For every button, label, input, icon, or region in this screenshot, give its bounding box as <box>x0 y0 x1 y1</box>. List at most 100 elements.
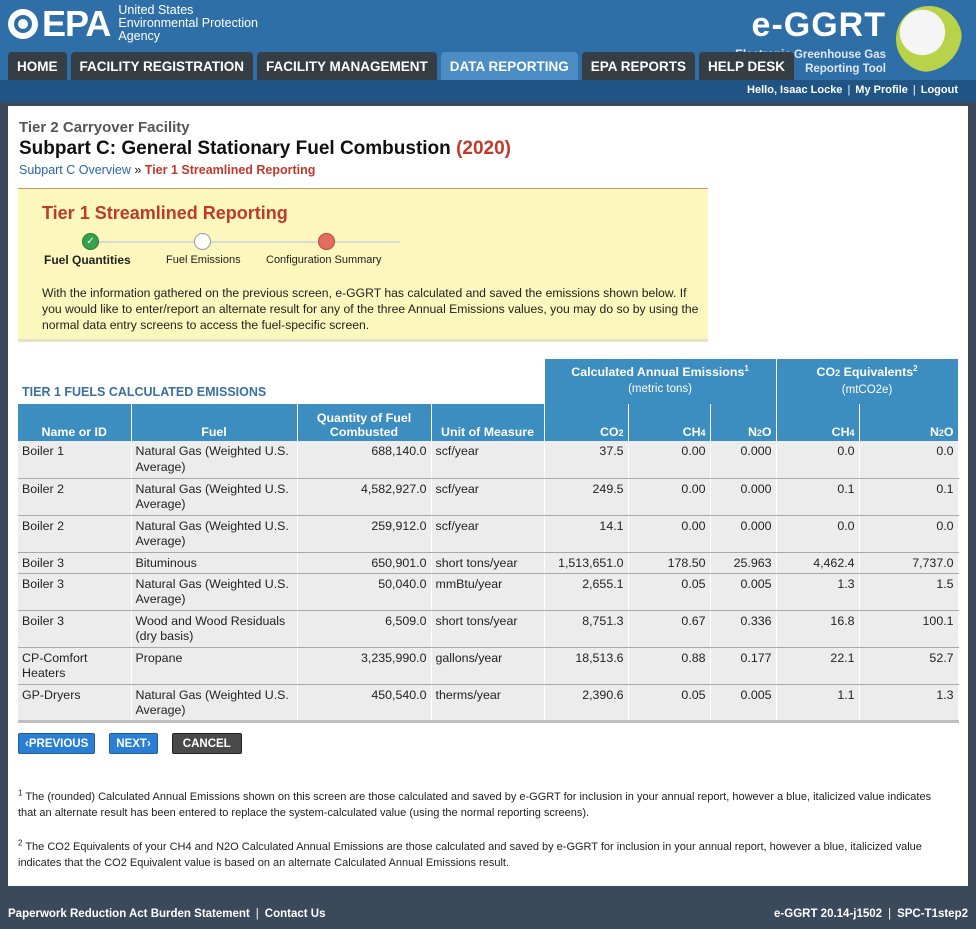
cell-n2o: 0.000 <box>710 478 777 516</box>
cell-n2oe: 100.1 <box>859 610 959 648</box>
cell-name: Boiler 3 <box>18 573 132 611</box>
cell-n2oe: 0.1 <box>859 478 959 516</box>
info-title: Tier 1 Streamlined Reporting <box>42 203 288 223</box>
cell-n2o: 0.005 <box>710 684 777 723</box>
col-n2o: N2O <box>710 404 777 441</box>
tab-help-desk[interactable]: HELP DESK <box>699 52 795 80</box>
epa-abbr: EPA <box>42 2 111 44</box>
version-label: e-GGRT 20.14-j1502 <box>774 908 883 920</box>
cell-ch4e: 0.0 <box>776 515 860 553</box>
cell-ch4e: 1.3 <box>776 573 860 611</box>
check-icon: ✓ <box>82 233 99 250</box>
cell-qty: 4,582,927.0 <box>297 478 432 516</box>
button-bar: ‹PREVIOUS NEXT› CANCEL <box>18 733 242 754</box>
breadcrumb-current: Tier 1 Streamlined Reporting <box>144 163 316 177</box>
main-nav: HOME FACILITY REGISTRATION FACILITY MANA… <box>8 52 795 80</box>
step-configuration-summary: Configuration Summary <box>266 254 382 266</box>
contact-us-link[interactable]: Contact Us <box>265 908 326 920</box>
table-row: Boiler 3 Bituminous 650,901.0 short tons/ye… <box>18 552 959 574</box>
cell-n2o: 0.177 <box>710 647 777 685</box>
cell-ch4e: 22.1 <box>776 647 860 685</box>
tab-facility-management[interactable]: FACILITY MANAGEMENT <box>257 52 437 80</box>
cell-co2: 1,513,651.0 <box>544 552 629 574</box>
col-name: Name or ID <box>18 404 132 441</box>
epa-logo[interactable]: EPA United States Environmental Protecti… <box>8 4 258 43</box>
cell-n2o: 0.005 <box>710 573 777 611</box>
cell-qty: 688,140.0 <box>297 441 432 479</box>
footnote-1: 1 The (rounded) Calculated Annual Emissi… <box>18 788 932 819</box>
cell-unit: therms/year <box>431 684 545 723</box>
paperwork-link[interactable]: Paperwork Reduction Act Burden Statement <box>8 908 250 920</box>
cell-ch4e: 4,462.4 <box>776 552 860 574</box>
col-quantity: Quantity of Fuel Combusted <box>297 404 432 441</box>
step-current-icon <box>194 233 211 250</box>
site-header: EPA United States Environmental Protecti… <box>0 0 976 80</box>
info-text: With the information gathered on the pre… <box>42 286 699 332</box>
tab-home[interactable]: HOME <box>8 52 67 80</box>
cell-fuel: Natural Gas (Weighted U.S. Average) <box>131 515 298 553</box>
table-row: Boiler 2 Natural Gas (Weighted U.S. Avera… <box>18 515 959 553</box>
table-row: GP-Dryers Natural Gas (Weighted U.S. Aver… <box>18 684 959 723</box>
cell-n2o: 25.963 <box>710 552 777 574</box>
cell-fuel: Propane <box>131 647 298 685</box>
info-box: Tier 1 Streamlined Reporting ✓ Fuel Quan… <box>18 188 708 342</box>
cell-unit: scf/year <box>431 515 545 553</box>
cell-ch4: 0.00 <box>628 478 711 516</box>
cell-unit: mmBtu/year <box>431 573 545 611</box>
cell-co2: 2,655.1 <box>544 573 629 611</box>
cell-fuel: Bituminous <box>131 552 298 574</box>
cell-ch4: 0.05 <box>628 684 711 723</box>
agency-name: United States Environmental Protection A… <box>118 3 259 43</box>
epa-seal-icon <box>8 8 38 39</box>
cell-n2oe: 1.5 <box>859 573 959 611</box>
next-button[interactable]: NEXT› <box>109 733 158 754</box>
logout-link[interactable]: Logout <box>921 84 958 96</box>
tab-data-reporting[interactable]: DATA REPORTING <box>440 52 578 80</box>
cancel-button[interactable]: CANCEL <box>171 733 242 754</box>
cell-name: CP-Comfort Heaters <box>18 647 132 685</box>
cell-fuel: Natural Gas (Weighted U.S. Average) <box>131 684 298 723</box>
cell-fuel: Natural Gas (Weighted U.S. Average) <box>131 573 298 611</box>
table-row: Boiler 3 Natural Gas (Weighted U.S. Avera… <box>18 573 959 611</box>
cell-unit: scf/year <box>431 441 545 479</box>
reporting-year: (2020) <box>456 138 511 159</box>
cell-qty: 650,901.0 <box>297 552 432 574</box>
breadcrumb-subpart-overview[interactable]: Subpart C Overview <box>19 163 131 177</box>
cell-co2: 14.1 <box>544 515 629 553</box>
previous-button[interactable]: ‹PREVIOUS <box>18 733 96 754</box>
cell-name: Boiler 2 <box>18 478 132 516</box>
table-row: CP-Comfort Heaters Propane 3,235,990.0 gall… <box>18 647 959 685</box>
cell-qty: 6,509.0 <box>297 610 432 648</box>
tab-epa-reports[interactable]: EPA REPORTS <box>581 52 696 80</box>
facility-name: Tier 2 Carryover Facility <box>19 119 190 136</box>
user-bar: Hello, Isaac Locke | My Profile | Logout <box>0 80 976 102</box>
cell-ch4e: 16.8 <box>776 610 860 648</box>
cell-name: Boiler 2 <box>18 515 132 553</box>
footer-left: Paperwork Reduction Act Burden Statement… <box>8 908 326 920</box>
cell-unit: scf/year <box>431 478 545 516</box>
col-ch4-eq: CH4 <box>776 404 860 441</box>
cell-n2oe: 52.7 <box>859 647 959 685</box>
cell-unit: short tons/year <box>431 552 545 574</box>
cell-ch4: 0.88 <box>628 647 711 685</box>
main-content: Tier 2 Carryover Facility Subpart C: Gen… <box>8 106 968 886</box>
egret-logo-icon <box>896 6 962 72</box>
footnote-2: 2 The CO2 Equivalents of your CH4 and N2… <box>18 838 922 869</box>
user-greeting: Hello, Isaac Locke <box>747 84 843 96</box>
table-row: Boiler 1 Natural Gas (Weighted U.S. Avera… <box>18 441 959 479</box>
cell-name: Boiler 3 <box>18 610 132 648</box>
cell-ch4: 0.05 <box>628 573 711 611</box>
cell-name: Boiler 1 <box>18 441 132 479</box>
cell-n2oe: 1.3 <box>859 684 959 723</box>
col-n2o-eq: N2O <box>859 404 959 441</box>
tab-facility-registration[interactable]: FACILITY REGISTRATION <box>70 52 254 80</box>
my-profile-link[interactable]: My Profile <box>855 84 908 96</box>
screen-id-label: SPC-T1step2 <box>897 908 968 920</box>
col-co2: CO2 <box>544 404 629 441</box>
cell-unit: gallons/year <box>431 647 545 685</box>
col-fuel: Fuel <box>131 404 298 441</box>
cell-n2o: 0.336 <box>710 610 777 648</box>
cell-co2: 8,751.3 <box>544 610 629 648</box>
footer-right: e-GGRT 20.14-j1502 | SPC-T1step2 <box>774 908 968 920</box>
cell-unit: short tons/year <box>431 610 545 648</box>
